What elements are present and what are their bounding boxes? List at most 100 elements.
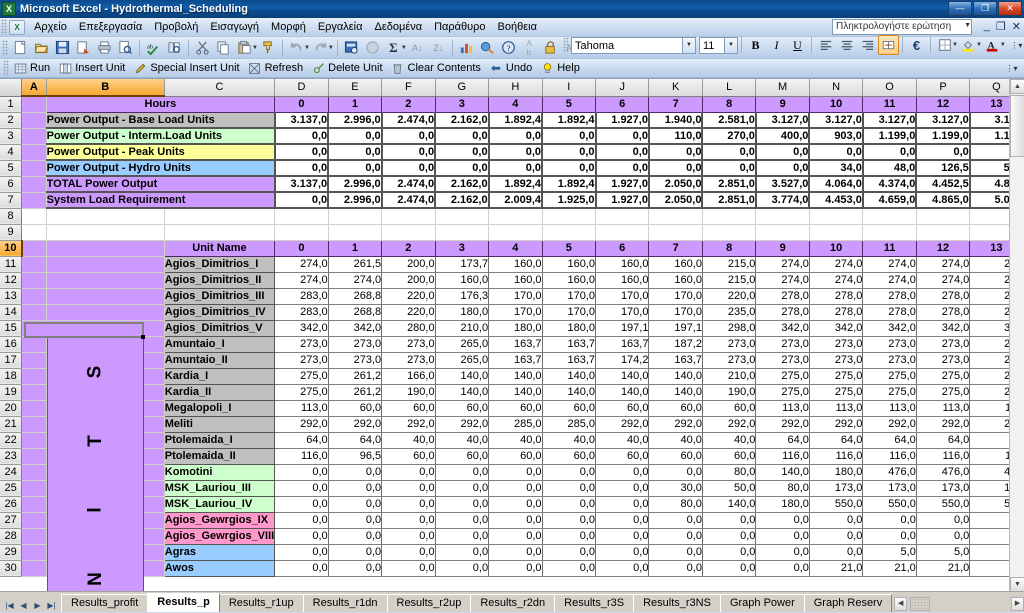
unit-value-cell[interactable]: 160,0 <box>542 256 597 273</box>
cell-A8[interactable] <box>21 208 47 225</box>
unit-value-cell[interactable]: 163,7 <box>595 336 650 353</box>
unit-value-cell[interactable]: 274,0 <box>274 256 329 273</box>
sheet-tab-results-r3s[interactable]: Results_r3S <box>554 594 635 612</box>
row-header-8[interactable]: 8 <box>0 208 23 225</box>
sheet-tab-results-p[interactable]: Results_p <box>147 593 220 612</box>
unit-value-cell[interactable]: 273,0 <box>862 352 917 369</box>
unit-name-cell[interactable]: Agios_Dimitrios_V <box>163 319 276 337</box>
summary-peak-4[interactable]: 0,0 <box>488 143 544 161</box>
unit-value-cell[interactable]: 0,0 <box>755 544 810 561</box>
unit-value-cell[interactable]: 273,0 <box>809 352 864 369</box>
unit-value-cell[interactable]: 170,0 <box>648 288 703 305</box>
row-header-17[interactable]: 17 <box>0 352 23 369</box>
unit-value-cell[interactable]: 60,0 <box>542 448 597 465</box>
unit-value-cell[interactable]: 0,0 <box>381 464 436 481</box>
summary-interm-8[interactable]: 270,0 <box>701 127 757 145</box>
sort-ascending-icon[interactable]: A↓ <box>407 38 428 58</box>
unit-name-cell[interactable]: Amuntaio_I <box>163 335 276 353</box>
cell-A5[interactable] <box>21 160 47 177</box>
unit-value-cell[interactable]: 342,0 <box>755 320 810 337</box>
unit-value-cell[interactable]: 0,0 <box>755 512 810 529</box>
unit-value-cell[interactable]: 140,0 <box>435 384 490 401</box>
unit-value-cell[interactable]: 235,0 <box>702 304 757 321</box>
unit-value-cell[interactable]: 261,2 <box>328 384 383 401</box>
unit-value-cell[interactable]: 140,0 <box>488 368 543 385</box>
unit-value-cell[interactable]: 0,0 <box>435 464 490 481</box>
row-header-18[interactable]: 18 <box>0 368 23 385</box>
cell-P8[interactable] <box>916 208 971 225</box>
unit-hour-0[interactable]: 0 <box>274 239 329 257</box>
summary-base-0[interactable]: 3.137,0 <box>274 111 330 129</box>
cell-B10-active[interactable] <box>46 240 165 257</box>
unit-value-cell[interactable]: 274,0 <box>916 272 971 289</box>
unit-value-cell[interactable]: 140,0 <box>595 384 650 401</box>
unit-value-cell[interactable]: 273,0 <box>274 352 329 369</box>
unit-value-cell[interactable]: 274,0 <box>755 256 810 273</box>
unit-name-cell[interactable]: Ptolemaida_I <box>163 431 276 449</box>
unit-value-cell[interactable]: 0,0 <box>648 528 703 545</box>
cell-G9[interactable] <box>435 224 490 241</box>
unit-value-cell[interactable]: 0,0 <box>488 544 543 561</box>
align-right-button[interactable] <box>857 35 878 55</box>
help-icon[interactable]: ? <box>498 38 519 58</box>
unit-value-cell[interactable]: 113,0 <box>809 400 864 417</box>
minimize-button[interactable]: — <box>948 1 972 16</box>
column-header-I[interactable]: I <box>542 79 597 97</box>
unit-value-cell[interactable]: 0,0 <box>916 528 971 545</box>
unit-name-cell[interactable]: Agios_Gewrgios_VIII <box>163 527 276 545</box>
summary-peak-3[interactable]: 0,0 <box>434 143 490 161</box>
summary-hydro-5[interactable]: 0,0 <box>541 159 597 177</box>
unit-value-cell[interactable]: 278,0 <box>755 304 810 321</box>
row-header-7[interactable]: 7 <box>0 192 23 209</box>
cell-B13[interactable] <box>46 288 165 305</box>
unit-value-cell[interactable]: 0,0 <box>542 560 597 577</box>
summary-total-11[interactable]: 4.374,0 <box>862 175 918 193</box>
unit-value-cell[interactable]: 140,0 <box>648 384 703 401</box>
unit-value-cell[interactable]: 116,0 <box>274 448 329 465</box>
unit-value-cell[interactable]: 160,0 <box>488 272 543 289</box>
unit-value-cell[interactable]: 0,0 <box>274 560 329 577</box>
row-header-2[interactable]: 2 <box>0 112 23 129</box>
cell-N9[interactable] <box>809 224 864 241</box>
summary-load-12[interactable]: 4.865,0 <box>915 191 971 209</box>
unit-value-cell[interactable]: 113,0 <box>274 400 329 417</box>
unit-value-cell[interactable]: 0,0 <box>274 528 329 545</box>
unit-name-cell[interactable]: Megalopoli_I <box>163 399 276 417</box>
cell-A7[interactable] <box>21 192 47 209</box>
previous-sheet-icon[interactable]: ◀ <box>17 601 30 610</box>
summary-peak-1[interactable]: 0,0 <box>327 143 383 161</box>
row-header-10[interactable]: 10 <box>0 240 23 257</box>
unit-value-cell[interactable]: 140,0 <box>435 368 490 385</box>
cell-J9[interactable] <box>595 224 650 241</box>
unit-value-cell[interactable]: 0,0 <box>381 480 436 497</box>
unit-value-cell[interactable]: 60,0 <box>328 400 383 417</box>
unit-value-cell[interactable]: 0,0 <box>648 544 703 561</box>
summary-label-system-load[interactable]: System Load Requirement <box>45 191 276 209</box>
cell-A20[interactable] <box>21 400 47 417</box>
unit-value-cell[interactable]: 292,0 <box>702 416 757 433</box>
unit-value-cell[interactable]: 0,0 <box>381 560 436 577</box>
cell-A12[interactable] <box>21 272 47 289</box>
unit-value-cell[interactable]: 60,0 <box>702 400 757 417</box>
summary-interm-0[interactable]: 0,0 <box>274 127 330 145</box>
unit-value-cell[interactable]: 64,0 <box>916 432 971 449</box>
fill-color-button[interactable] <box>958 35 979 55</box>
unit-value-cell[interactable]: 64,0 <box>809 432 864 449</box>
unit-value-cell[interactable]: 261,5 <box>328 256 383 273</box>
unit-value-cell[interactable]: 0,0 <box>328 512 383 529</box>
unit-value-cell[interactable]: 220,0 <box>702 288 757 305</box>
cell-H8[interactable] <box>488 208 543 225</box>
horizontal-scroll-thumb[interactable] <box>910 596 931 611</box>
summary-base-7[interactable]: 1.940,0 <box>648 111 704 129</box>
cell-A26[interactable] <box>21 496 47 513</box>
unit-value-cell[interactable]: 60,0 <box>702 448 757 465</box>
doc-close-button[interactable]: ✕ <box>1012 20 1021 33</box>
unit-value-cell[interactable]: 160,0 <box>435 272 490 289</box>
unit-value-cell[interactable]: 268,8 <box>328 304 383 321</box>
unit-value-cell[interactable]: 265,0 <box>435 336 490 353</box>
unit-value-cell[interactable]: 190,0 <box>381 384 436 401</box>
summary-interm-7[interactable]: 110,0 <box>648 127 704 145</box>
unit-value-cell[interactable]: 0,0 <box>542 528 597 545</box>
summary-hydro-1[interactable]: 0,0 <box>327 159 383 177</box>
close-button[interactable]: ✕ <box>998 1 1022 16</box>
